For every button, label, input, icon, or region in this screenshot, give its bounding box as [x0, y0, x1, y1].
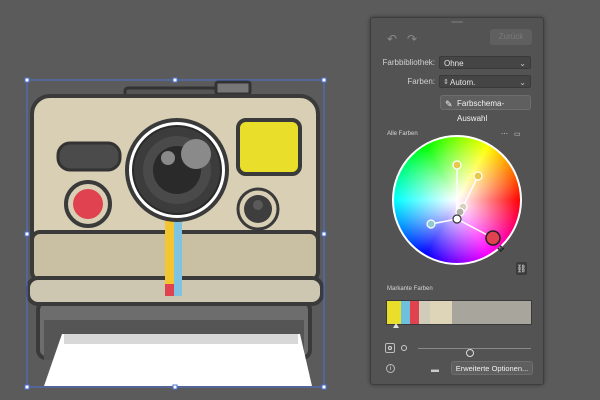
marker-yellow-1[interactable]: [452, 160, 462, 170]
cursor-icon: ✥: [497, 245, 505, 255]
redo-icon[interactable]: ↷: [407, 32, 417, 46]
lens-highlight-large: [181, 139, 211, 169]
red-shutter-button: [73, 189, 103, 219]
recolor-artwork-panel: ↶ ↷ Zurück Farbbibliothek: Ohne ⌄ Farben…: [370, 17, 544, 385]
color-swatch-5[interactable]: [430, 301, 452, 324]
handle-top-center[interactable]: [172, 77, 178, 83]
color-swatch-1[interactable]: [387, 301, 402, 324]
color-library-value: Ohne: [444, 59, 464, 68]
color-scheme-button-label: Farbschema-Auswahl: [457, 99, 505, 123]
colors-value: Autom.: [450, 78, 476, 87]
brightness-icon[interactable]: [401, 345, 407, 351]
slider-thumb[interactable]: [465, 349, 474, 357]
color-swatch-3[interactable]: [410, 301, 419, 324]
chevron-down-icon: ⌄: [519, 59, 526, 68]
marker-blue[interactable]: [426, 219, 436, 229]
info-icon[interactable]: i: [386, 364, 395, 373]
camera-nameplate: [56, 141, 122, 172]
handle-bottom-left[interactable]: [24, 384, 30, 390]
handle-top-right[interactable]: [321, 77, 327, 83]
color-wheel[interactable]: ✥: [392, 135, 522, 265]
handle-middle-left[interactable]: [24, 231, 30, 237]
advanced-options-button[interactable]: Erweiterte Optionen...: [451, 361, 533, 375]
colors-label: Farben:: [407, 77, 435, 86]
color-mode-icon[interactable]: [385, 343, 395, 353]
color-library-dropdown[interactable]: Ohne ⌄: [439, 56, 531, 69]
colors-dropdown[interactable]: ⇕ Autom. ⌄: [439, 75, 531, 88]
color-swatch-4[interactable]: [418, 301, 431, 324]
eyedropper-icon: ✎: [445, 99, 453, 109]
color-library-label: Farbbibliothek:: [382, 58, 435, 67]
handle-bottom-center[interactable]: [172, 384, 178, 390]
camera-flash: [236, 118, 302, 176]
color-swatch-6[interactable]: [451, 301, 531, 324]
handle-middle-right[interactable]: [321, 231, 327, 237]
stripe-yellow: [165, 210, 174, 296]
stripe-blue: [174, 210, 182, 296]
handle-bottom-right[interactable]: [321, 384, 327, 390]
marker-red-selected[interactable]: [485, 230, 501, 246]
color-swatch-2[interactable]: [401, 301, 411, 324]
marker-yellow-2[interactable]: [473, 171, 483, 181]
camera-viewfinder-top: [214, 80, 252, 96]
reset-button[interactable]: Zurück: [490, 29, 532, 45]
swatch-caret-icon[interactable]: [393, 323, 399, 328]
camera-dial-center: [253, 200, 263, 210]
photo-top-shadow: [64, 334, 298, 344]
panel-grip[interactable]: [451, 21, 463, 23]
slider-track[interactable]: [418, 348, 531, 357]
chevron-down-icon: ⌄: [519, 78, 526, 87]
saturation-slider-row: [385, 343, 535, 357]
color-scheme-button[interactable]: ✎ Farbschema-Auswahl: [440, 95, 531, 123]
polaroid-camera-illustration[interactable]: [26, 80, 324, 386]
link-harmony-icon[interactable]: ⛓: [516, 262, 527, 275]
folder-icon[interactable]: ▬: [431, 365, 439, 374]
prominent-colors-bar[interactable]: [386, 300, 532, 325]
prominent-colors-label: Markante Farben: [387, 286, 433, 292]
lens-highlight-small: [161, 151, 175, 165]
stripe-red-left: [165, 284, 174, 296]
color-wheel-markers[interactable]: ✥: [392, 135, 522, 265]
handle-top-left[interactable]: [24, 77, 30, 83]
undo-icon[interactable]: ↶: [387, 32, 397, 46]
marker-base[interactable]: [452, 214, 462, 224]
stepper-arrows-icon: ⇕: [443, 79, 449, 86]
